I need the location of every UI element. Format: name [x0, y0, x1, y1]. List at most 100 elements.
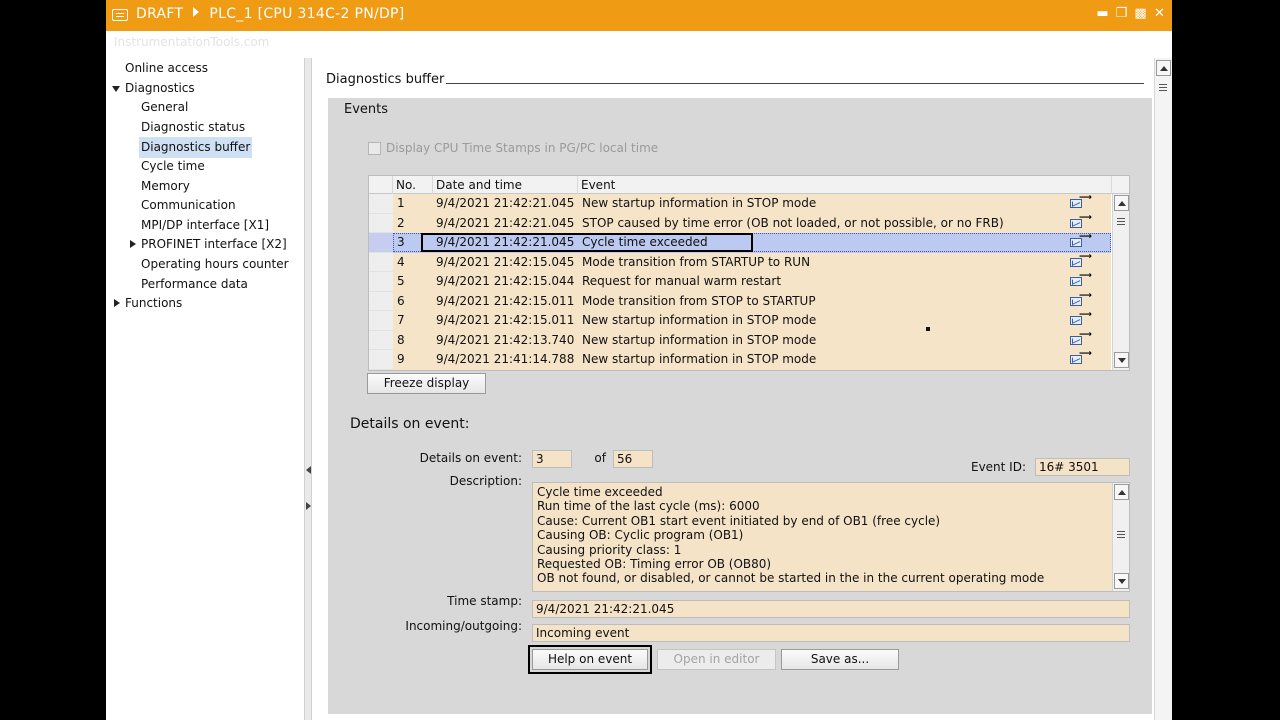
- open-details-icon[interactable]: ⟶: [1070, 233, 1092, 248]
- row-header-corner: [369, 176, 393, 194]
- column-no[interactable]: No.: [393, 176, 433, 194]
- table-row[interactable]: 4 9/4/2021 21:42:15.045 Mode transition fr…: [369, 252, 1111, 272]
- restore-icon[interactable]: ❐: [1115, 7, 1128, 21]
- cell-event: Mode transition from STARTUP to RUN: [582, 254, 811, 269]
- column-datetime[interactable]: Date and time: [433, 176, 578, 194]
- desc-scroll-grip-icon[interactable]: [1117, 531, 1125, 538]
- local-time-checkbox[interactable]: [368, 141, 381, 155]
- row-header[interactable]: [369, 350, 393, 370]
- project-tree-icon[interactable]: [112, 9, 128, 21]
- description-box[interactable]: Cycle time exceeded Run time of the last …: [532, 482, 1130, 592]
- table-row[interactable]: 6 9/4/2021 21:42:15.011 Mode transition fr…: [369, 291, 1111, 311]
- content-scrollbar[interactable]: [1154, 58, 1172, 720]
- events-table: No. Date and time Event 1 9/4/2021 21:42:…: [368, 175, 1130, 371]
- table-row[interactable]: 9 9/4/2021 21:41:14.788 New startup inform…: [369, 350, 1111, 370]
- float-icon[interactable]: ▩: [1134, 7, 1147, 21]
- table-scrollbar[interactable]: [1112, 194, 1129, 370]
- nav-item-label: Functions: [125, 296, 183, 311]
- open-details-icon[interactable]: ⟶: [1070, 291, 1092, 307]
- breadcrumb-project[interactable]: DRAFT: [136, 6, 183, 22]
- nav-item-label: Operating hours counter: [141, 257, 289, 271]
- desc-scroll-down-icon[interactable]: [1114, 573, 1129, 589]
- cell-datetime: 9/4/2021 21:41:14.788: [436, 352, 575, 366]
- section-title: Diagnostics buffer: [326, 72, 445, 87]
- freeze-display-button[interactable]: Freeze display: [367, 373, 486, 394]
- row-header[interactable]: [369, 252, 393, 272]
- event-id-field: 16# 3501: [1035, 458, 1130, 476]
- open-details-icon[interactable]: ⟶: [1070, 194, 1092, 209]
- nav-item-label: Diagnostic status: [141, 119, 246, 134]
- window-controls: ▬ ❐ ▩ ✕: [1096, 7, 1166, 21]
- table-row[interactable]: 3 9/4/2021 21:42:21.045 Cycle time exceede…: [369, 233, 1111, 253]
- row-header[interactable]: [369, 330, 393, 350]
- open-details-icon[interactable]: ⟶: [1070, 213, 1092, 229]
- save-as-button[interactable]: Save as...: [781, 649, 899, 670]
- description-line: Causing OB: Cyclic program (OB1): [537, 528, 744, 543]
- scroll-up-icon[interactable]: [1156, 60, 1171, 76]
- of-label: of: [594, 451, 606, 465]
- nav-item-label: Cycle time: [141, 159, 205, 173]
- open-in-editor-button[interactable]: Open in editor: [657, 649, 776, 670]
- row-header[interactable]: [369, 233, 393, 253]
- cell-event: STOP caused by time error (OB not loaded…: [582, 215, 1004, 230]
- collapsed-arrow-icon[interactable]: [114, 299, 120, 308]
- cell-event: New startup information in STOP mode: [582, 196, 817, 210]
- timestamp-label: Time stamp:: [447, 594, 522, 608]
- desc-scroll-up-icon[interactable]: [1114, 484, 1129, 500]
- open-details-icon[interactable]: ⟶: [1070, 350, 1092, 365]
- table-row[interactable]: 5 9/4/2021 21:42:15.044 Request for manual…: [369, 272, 1111, 292]
- timestamp-field: 9/4/2021 21:42:21.045: [532, 600, 1130, 618]
- cell-no: 1: [397, 196, 405, 210]
- events-heading: Events: [344, 102, 389, 117]
- table-row[interactable]: 2 9/4/2021 21:42:21.045 STOP caused by tim…: [369, 213, 1111, 233]
- open-details-icon[interactable]: ⟶: [1070, 252, 1092, 268]
- table-scroll-up-icon[interactable]: [1114, 195, 1129, 211]
- cell-event: Request for manual warm restart: [582, 274, 782, 288]
- collapsed-arrow-icon[interactable]: [130, 240, 136, 249]
- event-index-field[interactable]: 3: [532, 450, 572, 468]
- section-divider: [446, 83, 1144, 84]
- open-details-icon[interactable]: ⟶: [1070, 330, 1092, 346]
- table-row[interactable]: 8 9/4/2021 21:42:13.740 New startup inform…: [369, 330, 1111, 350]
- table-row[interactable]: 1 9/4/2021 21:42:21.045 New startup inform…: [369, 194, 1111, 214]
- row-header[interactable]: [369, 194, 393, 214]
- cell-no: 4: [397, 254, 405, 269]
- description-line: Cause: Current OB1 start event initiated…: [537, 513, 941, 528]
- nav-item-label: General: [141, 100, 189, 115]
- open-details-icon[interactable]: ⟶: [1070, 272, 1092, 287]
- table-row[interactable]: 7 9/4/2021 21:42:15.011 New startup inform…: [369, 311, 1111, 331]
- scroll-grip-icon[interactable]: [1159, 84, 1167, 91]
- table-scroll-grip-icon[interactable]: [1117, 218, 1125, 225]
- cursor-mark: [926, 327, 930, 331]
- cell-event: New startup information in STOP mode: [582, 352, 817, 366]
- cell-datetime: 9/4/2021 21:42:15.044: [436, 274, 575, 288]
- open-details-icon[interactable]: ⟶: [1070, 311, 1092, 326]
- cell-datetime: 9/4/2021 21:42:15.045: [436, 254, 575, 269]
- close-icon[interactable]: ✕: [1153, 7, 1166, 21]
- watermark: InstrumentationTools.com: [114, 35, 270, 49]
- description-scrollbar[interactable]: [1112, 483, 1129, 591]
- pane-splitter[interactable]: [304, 58, 312, 720]
- minimize-icon[interactable]: ▬: [1096, 7, 1109, 21]
- cell-no: 6: [397, 293, 405, 308]
- table-scroll-down-icon[interactable]: [1114, 352, 1129, 368]
- table-header: No. Date and time Event: [369, 176, 1129, 194]
- event-id-label: Event ID:: [970, 460, 1026, 474]
- row-header[interactable]: [369, 291, 393, 311]
- row-header[interactable]: [369, 213, 393, 233]
- cell-datetime: 9/4/2021 21:42:13.740: [436, 332, 575, 347]
- content-area: Diagnostics buffer Events Display CPU Ti…: [312, 58, 1172, 720]
- row-header[interactable]: [369, 311, 393, 331]
- breadcrumb-device[interactable]: PLC_1 [CPU 314C-2 PN/DP]: [209, 6, 404, 22]
- collapse-left-icon[interactable]: [306, 466, 311, 474]
- help-on-event-button[interactable]: Help on event: [528, 645, 652, 674]
- row-header[interactable]: [369, 272, 393, 292]
- details-on-event-label: Details on event:: [419, 451, 522, 465]
- incoming-outgoing-label: Incoming/outgoing:: [405, 619, 522, 633]
- expand-right-icon[interactable]: [306, 502, 311, 510]
- column-event[interactable]: Event: [578, 176, 1112, 194]
- cell-datetime: 9/4/2021 21:42:21.045: [436, 196, 575, 210]
- expanded-arrow-icon[interactable]: [112, 85, 120, 92]
- details-heading: Details on event:: [350, 416, 470, 432]
- cell-no: 7: [397, 313, 405, 327]
